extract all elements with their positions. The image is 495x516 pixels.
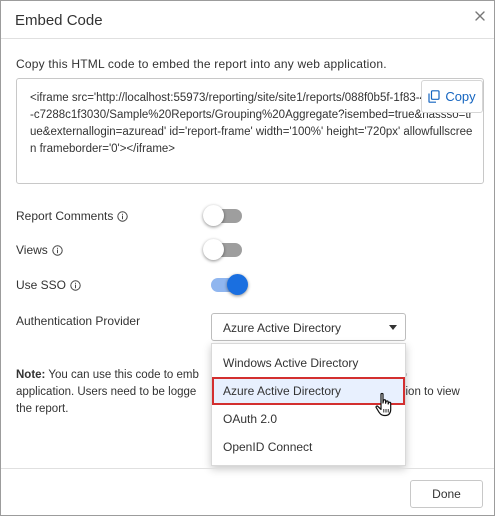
dialog-footer: Done: [1, 468, 494, 515]
use-sso-label: Use SSO: [16, 278, 67, 292]
report-comments-label-group: Report Comments: [16, 209, 129, 223]
note-line-2-start: application. Users need to be logge: [16, 386, 197, 398]
auth-provider-selected-value: Azure Active Directory: [223, 321, 342, 335]
dropdown-option-openid-connect[interactable]: OpenID Connect: [212, 433, 405, 461]
toggle-thumb: [203, 239, 224, 260]
chevron-down-icon: [389, 325, 397, 330]
note-line-1: Note: You can use this code to emb: [16, 367, 199, 384]
toggle-thumb: [203, 205, 224, 226]
copy-icon: [428, 90, 440, 103]
dialog-title: Embed Code: [15, 12, 103, 29]
report-comments-label: Report Comments: [16, 209, 114, 223]
toggle-thumb: [227, 274, 248, 295]
views-label-group: Views: [16, 243, 63, 257]
note-line-3: the report.: [16, 403, 69, 415]
auth-provider-label: Authentication Provider: [16, 314, 141, 328]
use-sso-label-group: Use SSO: [16, 278, 81, 292]
views-label: Views: [16, 243, 48, 257]
copy-label: Copy: [445, 89, 476, 104]
report-comments-toggle[interactable]: [202, 202, 246, 228]
dialog-header: Embed Code: [1, 1, 494, 39]
dropdown-option-windows-active-directory[interactable]: Windows Active Directory: [212, 349, 405, 377]
use-sso-toggle[interactable]: [205, 271, 249, 297]
views-toggle[interactable]: [202, 236, 246, 262]
close-icon[interactable]: [471, 7, 489, 25]
note-prefix: Note:: [16, 369, 46, 381]
embed-code-dialog: Embed Code Copy this HTML code to embed …: [0, 0, 495, 516]
info-icon[interactable]: [117, 210, 129, 222]
note-line-1-start: You can use this code to emb: [48, 369, 199, 381]
hand-pointer-cursor-icon: [374, 392, 396, 418]
info-icon[interactable]: [70, 279, 81, 291]
auth-provider-label-group: Authentication Provider: [16, 314, 140, 328]
copy-button[interactable]: Copy: [421, 80, 483, 113]
embed-code-text: <iframe src='http://localhost:55973/repo…: [30, 92, 473, 155]
info-icon[interactable]: [52, 244, 63, 256]
embed-code-textarea[interactable]: <iframe src='http://localhost:55973/repo…: [16, 78, 484, 184]
intro-text: Copy this HTML code to embed the report …: [16, 57, 387, 71]
auth-provider-select[interactable]: Azure Active Directory: [211, 313, 406, 341]
done-button[interactable]: Done: [410, 480, 483, 508]
